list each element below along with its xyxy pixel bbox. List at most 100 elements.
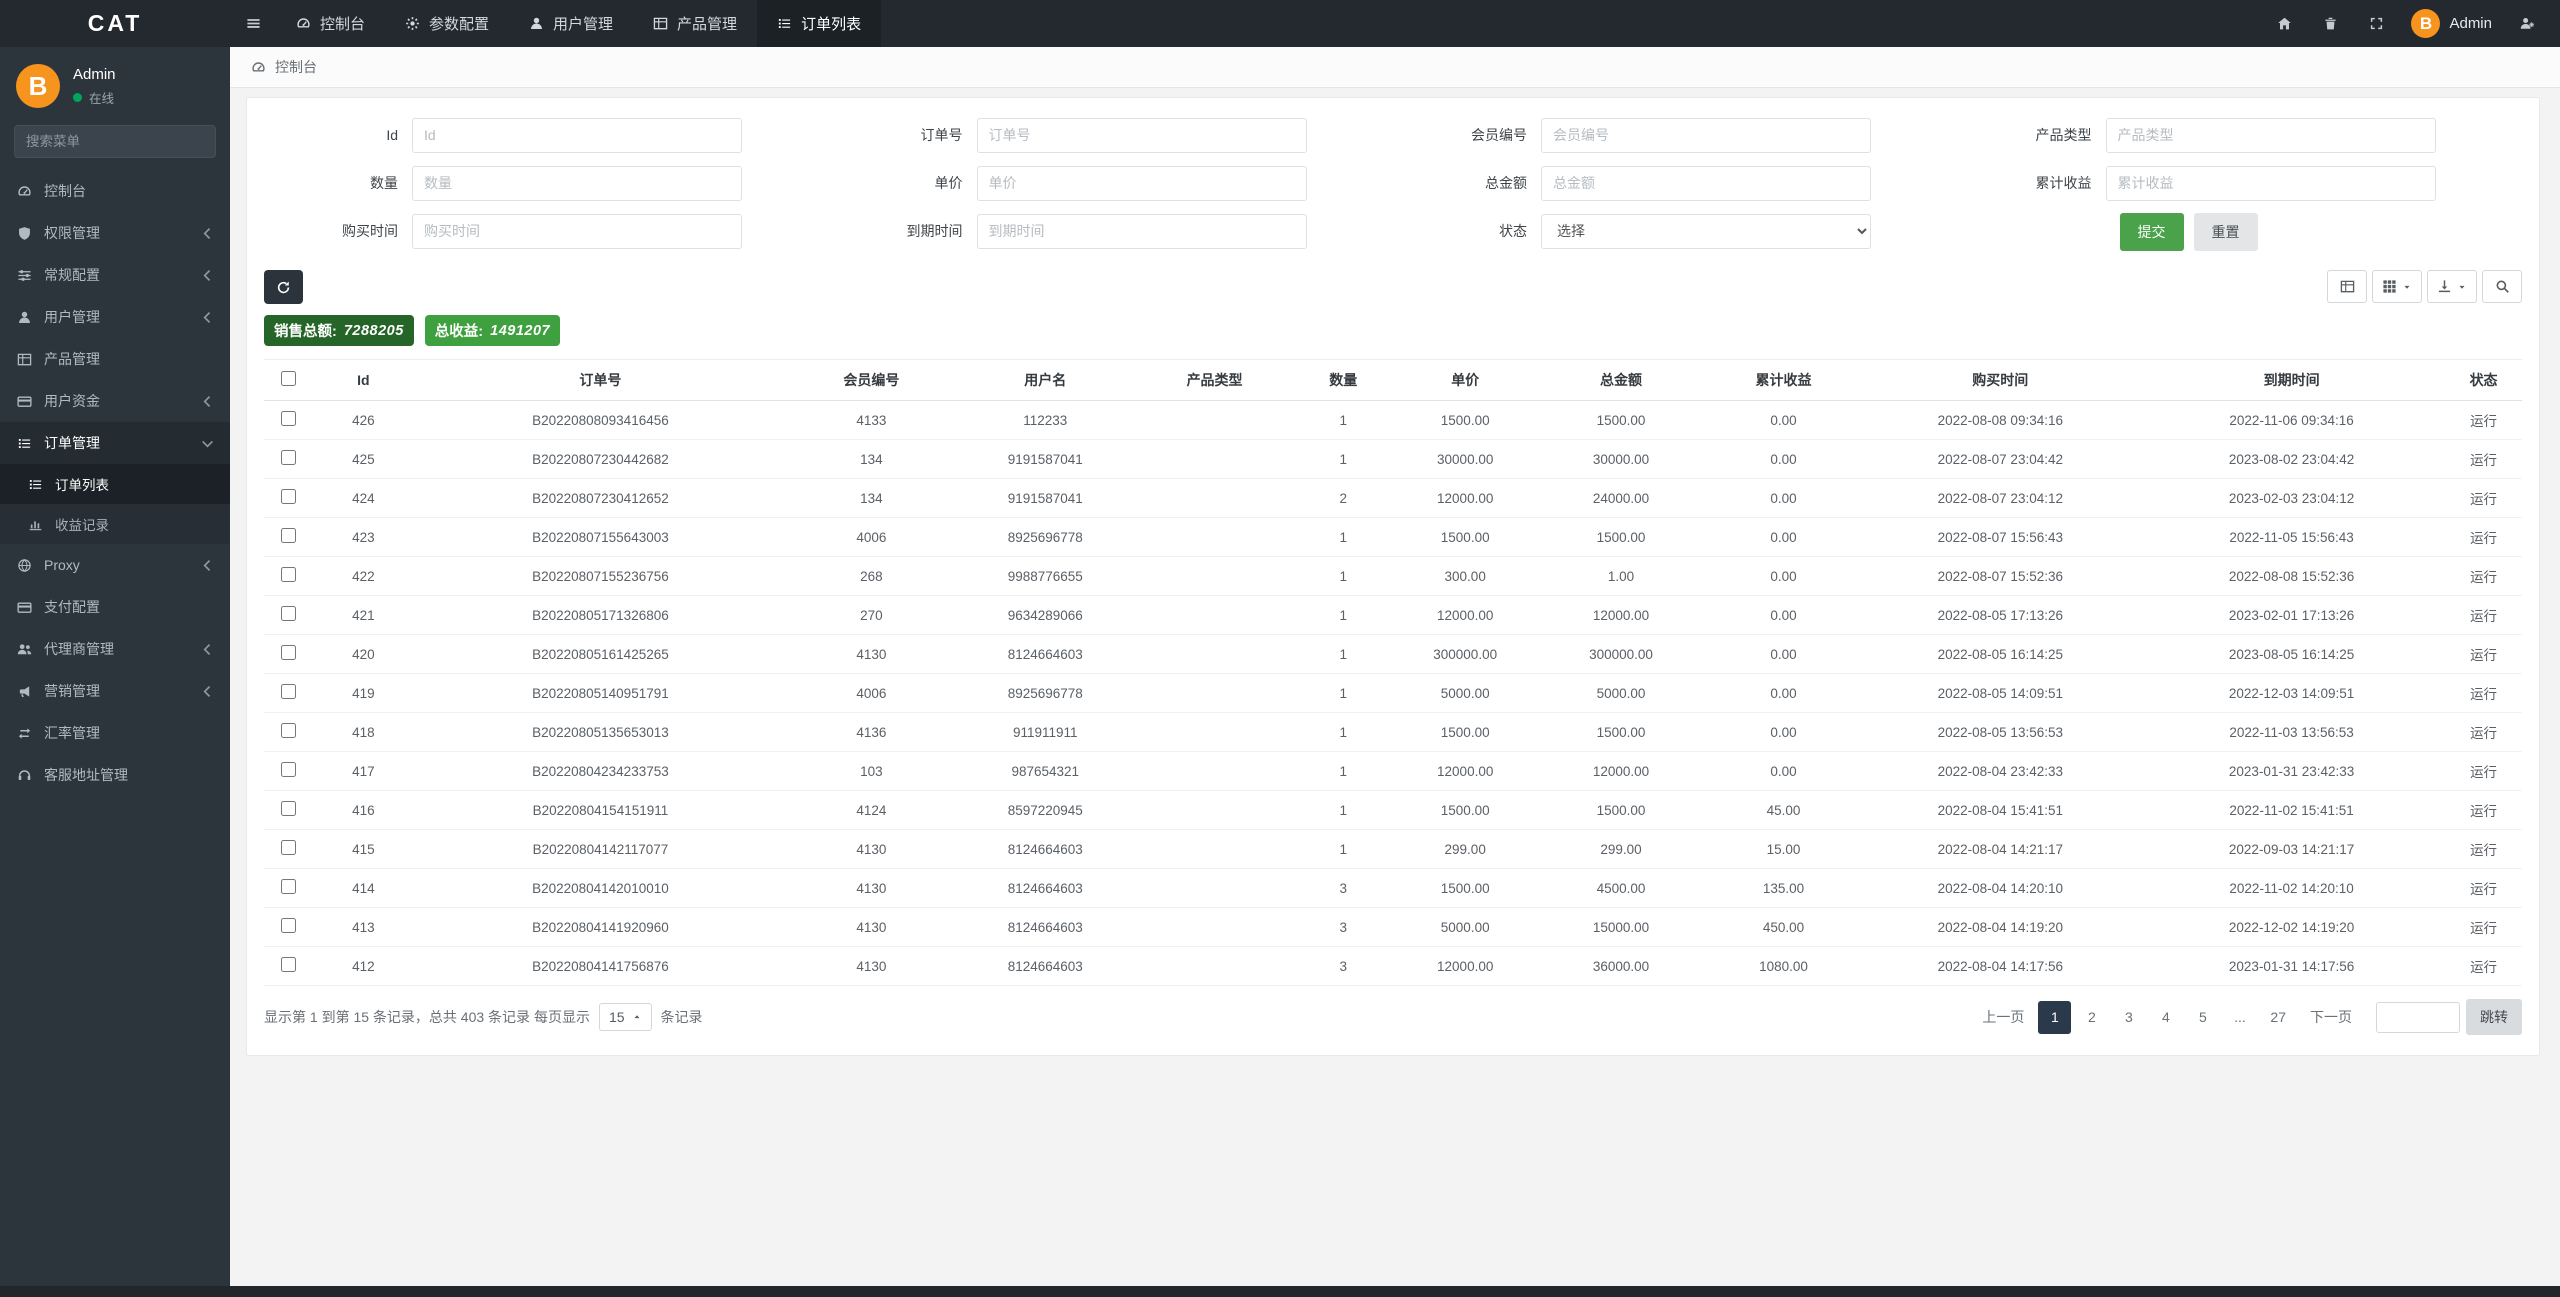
col-earnings[interactable]: 累计收益 xyxy=(1704,359,1863,401)
sidebar-item-link[interactable]: 权限管理 xyxy=(0,212,230,254)
row-checkbox[interactable] xyxy=(281,606,297,621)
table-row[interactable]: 424 B20220807230412652 134 9191587041 2 12000… xyxy=(264,478,2522,518)
menu-search-button[interactable] xyxy=(214,126,215,157)
row-checkbox[interactable] xyxy=(281,528,297,543)
col-id[interactable]: Id xyxy=(313,359,414,401)
total-amount-input[interactable] xyxy=(1541,165,1871,201)
table-row[interactable]: 416 B20220804154151911 4124 8597220945 1 1500… xyxy=(264,790,2522,830)
topnav-item-2[interactable]: 用户管理 xyxy=(509,0,633,47)
table-row[interactable]: 418 B20220805135653013 4136 911911911 1 1500.… xyxy=(264,712,2522,752)
table-row[interactable]: 420 B20220805161425265 4130 8124664603 1 3000… xyxy=(264,634,2522,674)
row-checkbox[interactable] xyxy=(281,684,297,699)
search-toggle-button[interactable] xyxy=(2482,270,2522,303)
row-checkbox[interactable] xyxy=(281,723,297,738)
sidebar-item-link[interactable]: 订单管理 xyxy=(0,422,230,464)
sidebar-item-link[interactable]: 汇率管理 xyxy=(0,712,230,754)
sidebar-item-link[interactable]: 产品管理 xyxy=(0,338,230,380)
table-row[interactable]: 426 B20220808093416456 4133 112233 1 1500.00 1… xyxy=(264,400,2522,440)
table-row[interactable]: 413 B20220804141920960 4130 8124664603 3 5000… xyxy=(264,907,2522,947)
row-checkbox[interactable] xyxy=(281,918,297,933)
next-page-button[interactable]: 下一页 xyxy=(2300,1001,2362,1034)
sidebar-subitem[interactable]: 收益记录 xyxy=(0,504,230,544)
menu-search-input[interactable] xyxy=(15,126,214,157)
earnings-input[interactable] xyxy=(2105,165,2436,201)
table-row[interactable]: 412 B20220804141756876 4130 8124664603 3 1200… xyxy=(264,946,2522,986)
col-expire-time[interactable]: 到期时间 xyxy=(2138,359,2446,401)
row-checkbox[interactable] xyxy=(281,840,297,855)
table-row[interactable]: 421 B20220805171326806 270 9634289066 1 12000… xyxy=(264,595,2522,635)
prev-page-button[interactable]: 上一页 xyxy=(1972,1001,2034,1034)
export-button[interactable] xyxy=(2427,270,2477,303)
page-button-3[interactable]: 3 xyxy=(2112,1001,2145,1034)
table-row[interactable]: 417 B20220804234233753 103 987654321 1 12000.… xyxy=(264,751,2522,791)
table-row[interactable]: 422 B20220807155236756 268 9988776655 1 300.0… xyxy=(264,556,2522,596)
page-button-2[interactable]: 2 xyxy=(2075,1001,2108,1034)
select-all-checkbox[interactable] xyxy=(281,371,297,386)
sidebar-item-link[interactable]: 用户管理 xyxy=(0,296,230,338)
sidebar-item-link[interactable]: 常规配置 xyxy=(0,254,230,296)
table-row[interactable]: 414 B20220804142010010 4130 8124664603 3 1500… xyxy=(264,868,2522,908)
product-type-input[interactable] xyxy=(2105,117,2436,153)
navbar-user-menu[interactable]: B Admin xyxy=(2399,9,2504,38)
member-no-input[interactable] xyxy=(1541,117,1871,153)
page-button-27[interactable]: 27 xyxy=(2260,1001,2296,1034)
sidebar-toggle-button[interactable] xyxy=(230,0,276,47)
sidebar-item-link[interactable]: 支付配置 xyxy=(0,586,230,628)
buy-time-input[interactable] xyxy=(412,213,742,249)
row-checkbox[interactable] xyxy=(281,801,297,816)
reset-button[interactable]: 重置 xyxy=(2193,213,2258,251)
qty-input[interactable] xyxy=(412,165,742,201)
status-select[interactable]: 选择 xyxy=(1541,213,1871,249)
row-checkbox[interactable] xyxy=(281,645,297,660)
row-checkbox[interactable] xyxy=(281,762,297,777)
col-member-no[interactable]: 会员编号 xyxy=(787,359,955,401)
col-order-no[interactable]: 订单号 xyxy=(413,359,788,401)
sidebar-item-link[interactable]: 客服地址管理 xyxy=(0,754,230,796)
home-button[interactable] xyxy=(2261,16,2307,31)
unit-price-input[interactable] xyxy=(976,165,1307,201)
jump-page-input[interactable] xyxy=(2376,1001,2460,1033)
topnav-item-3[interactable]: 产品管理 xyxy=(633,0,757,47)
row-checkbox[interactable] xyxy=(281,567,297,582)
row-checkbox[interactable] xyxy=(281,411,297,426)
col-status[interactable]: 状态 xyxy=(2445,359,2522,401)
columns-button[interactable] xyxy=(2372,270,2422,303)
page-button-1[interactable]: 1 xyxy=(2038,1000,2072,1034)
sidebar-item-link[interactable]: Proxy xyxy=(0,544,230,586)
col-qty[interactable]: 数量 xyxy=(1293,359,1393,401)
expire-time-input[interactable] xyxy=(976,213,1307,249)
row-checkbox[interactable] xyxy=(281,489,297,504)
page-button-5[interactable]: 5 xyxy=(2186,1001,2219,1034)
order-no-input[interactable] xyxy=(976,117,1307,153)
sidebar-item-link[interactable]: 用户资金 xyxy=(0,380,230,422)
fullscreen-button[interactable] xyxy=(2353,16,2399,31)
row-checkbox[interactable] xyxy=(281,957,297,972)
row-checkbox[interactable] xyxy=(281,450,297,465)
id-input[interactable] xyxy=(412,117,742,153)
topnav-item-1[interactable]: 参数配置 xyxy=(385,0,509,47)
toggle-view-button[interactable] xyxy=(2327,270,2367,303)
row-checkbox[interactable] xyxy=(281,879,297,894)
col-username[interactable]: 用户名 xyxy=(954,359,1136,401)
topnav-item-4[interactable]: 订单列表 xyxy=(757,0,882,47)
col-product-type[interactable]: 产品类型 xyxy=(1135,359,1294,401)
table-row[interactable]: 415 B20220804142117077 4130 8124664603 1 299.… xyxy=(264,829,2522,869)
page-size-dropdown[interactable]: 15 xyxy=(598,1003,652,1031)
topnav-item-0[interactable]: 控制台 xyxy=(276,0,385,47)
sidebar-item-link[interactable]: 营销管理 xyxy=(0,670,230,712)
col-buy-time[interactable]: 购买时间 xyxy=(1862,359,2139,401)
sidebar-subitem[interactable]: 订单列表 xyxy=(0,464,230,504)
refresh-button[interactable] xyxy=(264,270,303,304)
table-row[interactable]: 423 B20220807155643003 4006 8925696778 1 1500… xyxy=(264,517,2522,557)
clear-cache-button[interactable] xyxy=(2307,16,2353,31)
table-row[interactable]: 425 B20220807230442682 134 9191587041 1 30000… xyxy=(264,439,2522,479)
table-row[interactable]: 419 B20220805140951791 4006 8925696778 1 5000… xyxy=(264,673,2522,713)
sidebar-item-link[interactable]: 控制台 xyxy=(0,170,230,212)
col-total-amount[interactable]: 总金额 xyxy=(1537,359,1705,401)
col-unit-price[interactable]: 单价 xyxy=(1392,359,1538,401)
jump-button[interactable]: 跳转 xyxy=(2466,999,2522,1035)
account-settings-button[interactable] xyxy=(2504,16,2550,31)
page-button-4[interactable]: 4 xyxy=(2149,1001,2182,1034)
submit-button[interactable]: 提交 xyxy=(2119,213,2184,251)
sidebar-item-link[interactable]: 代理商管理 xyxy=(0,628,230,670)
